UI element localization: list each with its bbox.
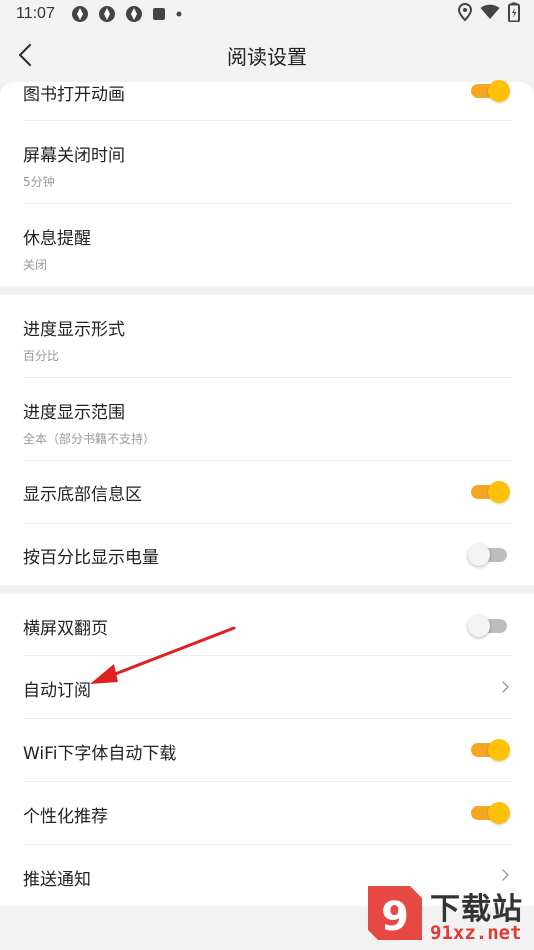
setting-value: 全本（部分书籍不支持） bbox=[23, 432, 156, 446]
setting-label: 图书打开动画 bbox=[23, 85, 125, 105]
landscape-double-toggle[interactable] bbox=[468, 615, 507, 637]
setting-label: 休息提醒 bbox=[23, 229, 91, 249]
watermark-glyph: 9 bbox=[381, 894, 409, 940]
settings-group-progress: 进度显示形式 百分比 进度显示范围 全本（部分书籍不支持） 显示底部信息区 按百… bbox=[0, 295, 534, 585]
setting-auto-subscribe[interactable]: 自动订阅 bbox=[0, 656, 534, 718]
status-bar: 11:07 bbox=[0, 0, 534, 28]
dot-icon bbox=[175, 10, 183, 18]
watermark-url: 91xz.net bbox=[430, 922, 522, 944]
setting-label: WiFi下字体自动下载 bbox=[23, 744, 177, 764]
setting-value: 5分钟 bbox=[23, 175, 55, 189]
setting-value: 关闭 bbox=[23, 258, 48, 272]
setting-rest-reminder[interactable]: 休息提醒 关闭 bbox=[0, 204, 534, 286]
setting-label: 按百分比显示电量 bbox=[23, 548, 159, 568]
setting-book-open-animation[interactable]: 图书打开动画 bbox=[0, 80, 534, 120]
app-icon bbox=[125, 5, 143, 23]
setting-progress-range[interactable]: 进度显示范围 全本（部分书籍不支持） bbox=[0, 378, 534, 460]
location-icon bbox=[457, 2, 473, 25]
square-icon bbox=[152, 7, 166, 21]
setting-progress-format[interactable]: 进度显示形式 百分比 bbox=[0, 295, 534, 377]
setting-label: 进度显示范围 bbox=[23, 403, 125, 423]
bottom-info-toggle[interactable] bbox=[471, 481, 510, 503]
book-animation-toggle[interactable] bbox=[471, 80, 510, 102]
setting-battery-percent[interactable]: 按百分比显示电量 bbox=[0, 524, 534, 585]
setting-bottom-info-area[interactable]: 显示底部信息区 bbox=[0, 461, 534, 523]
app-icon bbox=[98, 5, 116, 23]
setting-label: 推送通知 bbox=[23, 870, 91, 890]
status-time: 11:07 bbox=[16, 5, 55, 22]
setting-label: 屏幕关闭时间 bbox=[23, 146, 125, 166]
app-icon bbox=[71, 5, 89, 23]
setting-value: 百分比 bbox=[23, 349, 60, 363]
chevron-left-icon bbox=[18, 43, 32, 67]
setting-label: 自动订阅 bbox=[23, 681, 91, 701]
app-header: 阅读设置 bbox=[0, 28, 534, 82]
setting-label: 显示底部信息区 bbox=[23, 485, 142, 505]
setting-label: 进度显示形式 bbox=[23, 320, 125, 340]
page-title: 阅读设置 bbox=[227, 44, 307, 69]
setting-screen-off-time[interactable]: 屏幕关闭时间 5分钟 bbox=[0, 121, 534, 203]
personalized-toggle[interactable] bbox=[471, 802, 510, 824]
wifi-icon bbox=[480, 4, 500, 24]
wifi-font-toggle[interactable] bbox=[471, 739, 510, 761]
setting-personalized-recommend[interactable]: 个性化推荐 bbox=[0, 782, 534, 844]
battery-icon bbox=[508, 2, 520, 26]
setting-label: 个性化推荐 bbox=[23, 807, 108, 827]
back-button[interactable] bbox=[10, 40, 40, 70]
setting-landscape-double-page[interactable]: 横屏双翻页 bbox=[0, 594, 534, 655]
battery-percent-toggle[interactable] bbox=[468, 544, 507, 566]
setting-wifi-font-download[interactable]: WiFi下字体自动下载 bbox=[0, 719, 534, 781]
chevron-right-icon bbox=[502, 681, 509, 693]
setting-label: 横屏双翻页 bbox=[23, 619, 108, 639]
settings-group-display: 图书打开动画 屏幕关闭时间 5分钟 休息提醒 关闭 bbox=[0, 80, 534, 286]
settings-group-other: 横屏双翻页 自动订阅 WiFi下字体自动下载 个性化推荐 推送通知 bbox=[0, 594, 534, 906]
